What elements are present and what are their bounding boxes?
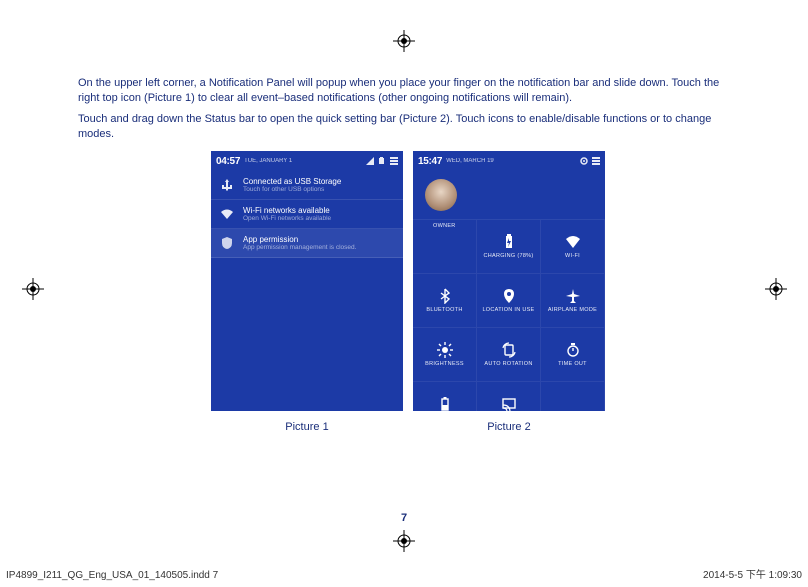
battery-charging-icon: [501, 234, 517, 250]
timeout-icon: [565, 342, 581, 358]
paragraph-2: Touch and drag down the Status bar to op…: [78, 112, 738, 142]
usb-icon: [219, 177, 235, 193]
qs-label: CHARGING (78%): [483, 253, 533, 259]
notification-subtitle: App permission management is closed.: [243, 244, 356, 251]
signal-icon: [366, 157, 374, 165]
battery-icon: [378, 157, 386, 165]
p1-time: 04:57: [216, 156, 240, 167]
gear-icon[interactable]: [580, 157, 588, 165]
qs-tile-location[interactable]: LOCATION IN USE: [477, 274, 541, 328]
qs-label: TIME OUT: [558, 361, 587, 367]
qs-tile-charging[interactable]: CHARGING (78%): [477, 220, 541, 274]
notification-item[interactable]: App permission App permission management…: [211, 229, 403, 258]
notification-title: Connected as USB Storage: [243, 177, 341, 186]
registration-mark-bottom: [393, 530, 415, 552]
qs-tile-airplane[interactable]: AIRPLANE MODE: [541, 274, 605, 328]
qs-label: BLUETOOTH: [426, 307, 462, 313]
qs-tile-saving[interactable]: SAVING MODE: [413, 382, 477, 411]
rotation-icon: [501, 342, 517, 358]
qs-label: AIRPLANE MODE: [548, 307, 597, 313]
qs-tile-bluetooth[interactable]: BLUETOOTH: [413, 274, 477, 328]
owner-label: OWNER: [433, 223, 456, 229]
shield-icon: [219, 235, 235, 251]
clear-all-icon[interactable]: [390, 157, 398, 165]
cast-icon: [501, 396, 517, 411]
qs-tile-autorotation[interactable]: AUTO ROTATION: [477, 328, 541, 382]
picture-1-screenshot: 04:57 TUE, JANUARY 1 Connected as USB St…: [211, 151, 403, 411]
p2-date: WED, MARCH 19: [446, 158, 494, 164]
notification-title: App permission: [243, 235, 356, 244]
avatar: [425, 179, 457, 211]
battery-saving-icon: [437, 396, 453, 411]
footer-timestamp: 2014-5-5 下午 1:09:30: [703, 566, 802, 581]
brightness-icon: [437, 342, 453, 358]
p1-date: TUE, JANUARY 1: [244, 158, 292, 164]
qs-tile-wifi[interactable]: WI-FI: [541, 220, 605, 274]
footer-filename: IP4899_I211_QG_Eng_USA_01_140505.indd 7: [6, 570, 218, 581]
registration-mark-right: [765, 278, 787, 300]
notification-subtitle: Open Wi-Fi networks available: [243, 215, 331, 222]
bluetooth-icon: [437, 288, 453, 304]
airplane-icon: [565, 288, 581, 304]
qs-tile-timeout[interactable]: TIME OUT: [541, 328, 605, 382]
qs-tile-wireless-display[interactable]: WIRELESS DISPLAY: [477, 382, 541, 411]
qs-label: BRIGHTNESS: [425, 361, 464, 367]
qs-tile-brightness[interactable]: BRIGHTNESS: [413, 328, 477, 382]
qs-tile-placeholder: .: [541, 382, 605, 411]
paragraph-1: On the upper left corner, a Notification…: [78, 76, 738, 106]
qs-label: LOCATION IN USE: [482, 307, 534, 313]
p2-time: 15:47: [418, 156, 442, 167]
qs-label: WI-FI: [565, 253, 580, 259]
wifi-icon: [219, 206, 235, 222]
registration-mark-left: [22, 278, 44, 300]
wifi-icon: [565, 234, 581, 250]
p1-status-bar: 04:57 TUE, JANUARY 1: [211, 151, 403, 171]
notification-subtitle: Touch for other USB options: [243, 186, 341, 193]
notification-title: Wi-Fi networks available: [243, 206, 331, 215]
notification-item[interactable]: Wi-Fi networks available Open Wi-Fi netw…: [211, 200, 403, 229]
location-icon: [501, 288, 517, 304]
caption-picture-2: Picture 2: [413, 421, 605, 433]
list-icon[interactable]: [592, 157, 600, 165]
picture-2-screenshot: 15:47 WED, MARCH 19 OWNER . CHARGING (78…: [413, 151, 605, 411]
p2-status-bar: 15:47 WED, MARCH 19: [413, 151, 605, 171]
caption-picture-1: Picture 1: [211, 421, 403, 433]
notification-item[interactable]: Connected as USB Storage Touch for other…: [211, 171, 403, 200]
qs-label: AUTO ROTATION: [484, 361, 532, 367]
page-number: 7: [0, 512, 808, 524]
owner-profile-row[interactable]: [413, 171, 605, 220]
registration-mark-top: [393, 30, 415, 52]
